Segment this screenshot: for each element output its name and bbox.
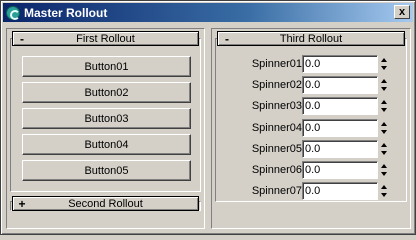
arrow-up-icon[interactable] (380, 122, 387, 126)
spinner-row: Spinner02 0.0 (212, 76, 412, 94)
spinner-arrows[interactable] (379, 56, 388, 72)
spinner-row: Spinner01 0.0 (212, 55, 412, 73)
spinner-input[interactable]: 0.0 (302, 55, 378, 73)
button-02[interactable]: Button02 (22, 82, 191, 103)
arrow-up-icon[interactable] (380, 79, 387, 83)
arrow-up-icon[interactable] (380, 100, 387, 104)
spinner-input[interactable]: 0.0 (302, 140, 378, 158)
spinner-label: Spinner05 (251, 143, 302, 155)
expand-icon: + (18, 196, 26, 211)
spinner-row: Spinner06 0.0 (212, 161, 412, 179)
second-rollout-header[interactable]: + Second Rollout (12, 196, 199, 211)
spinner-input[interactable]: 0.0 (302, 76, 378, 94)
button-04[interactable]: Button04 (22, 134, 191, 155)
arrow-down-icon[interactable] (380, 193, 387, 197)
right-rollout-panel[interactable]: - Third Rollout Spinner01 0.0 Spinner02 … (211, 28, 411, 229)
spinner-arrows[interactable] (379, 162, 388, 178)
arrow-down-icon[interactable] (380, 87, 387, 91)
spinner-label: Spinner07 (251, 185, 302, 197)
button-05[interactable]: Button05 (22, 160, 191, 181)
spinner-label: Spinner01 (251, 58, 302, 70)
third-rollout-title: Third Rollout (279, 32, 343, 45)
arrow-down-icon[interactable] (380, 108, 387, 112)
first-rollout-title: First Rollout (76, 32, 135, 45)
spinner-row: Spinner07 0.0 (212, 182, 412, 200)
left-rollout-panel[interactable]: - First Rollout Button01 Button02 Button… (6, 28, 205, 229)
spinner-input[interactable]: 0.0 (302, 119, 378, 137)
arrow-up-icon[interactable] (380, 164, 387, 168)
spinner-arrows[interactable] (379, 120, 388, 136)
arrow-up-icon[interactable] (380, 58, 387, 62)
spinner-arrows[interactable] (379, 141, 388, 157)
arrow-up-icon[interactable] (380, 143, 387, 147)
spinner-label: Spinner04 (251, 122, 302, 134)
spinner-arrows[interactable] (379, 183, 388, 199)
master-rollout-window: Master Rollout x - First Rollout Button0… (0, 0, 416, 235)
arrow-down-icon[interactable] (380, 151, 387, 155)
spinner-arrows[interactable] (379, 77, 388, 93)
button-03[interactable]: Button03 (22, 108, 191, 129)
spinner-input[interactable]: 0.0 (302, 182, 378, 200)
close-button[interactable]: x (394, 5, 410, 19)
spinner-label: Spinner06 (251, 164, 302, 176)
button-01[interactable]: Button01 (22, 56, 191, 77)
second-rollout-title: Second Rollout (68, 197, 143, 210)
arrow-down-icon[interactable] (380, 172, 387, 176)
spinner-row: Spinner05 0.0 (212, 140, 412, 158)
spinner-row: Spinner03 0.0 (212, 97, 412, 115)
collapse-icon: - (20, 31, 24, 46)
spinner-label: Spinner03 (251, 100, 302, 112)
window-title: Master Rollout (24, 5, 108, 20)
spinner-row: Spinner04 0.0 (212, 119, 412, 137)
arrow-up-icon[interactable] (380, 185, 387, 189)
third-rollout-header[interactable]: - Third Rollout (217, 31, 405, 46)
arrow-down-icon[interactable] (380, 130, 387, 134)
collapse-icon: - (225, 31, 229, 46)
title-bar[interactable]: Master Rollout x (3, 3, 413, 22)
spinner-arrows[interactable] (379, 98, 388, 114)
spinner-label: Spinner02 (251, 79, 302, 91)
spinner-input[interactable]: 0.0 (302, 97, 378, 115)
first-rollout-header[interactable]: - First Rollout (12, 31, 199, 46)
arrow-down-icon[interactable] (380, 66, 387, 70)
app-logo-icon (6, 5, 20, 20)
spinner-input[interactable]: 0.0 (302, 161, 378, 179)
